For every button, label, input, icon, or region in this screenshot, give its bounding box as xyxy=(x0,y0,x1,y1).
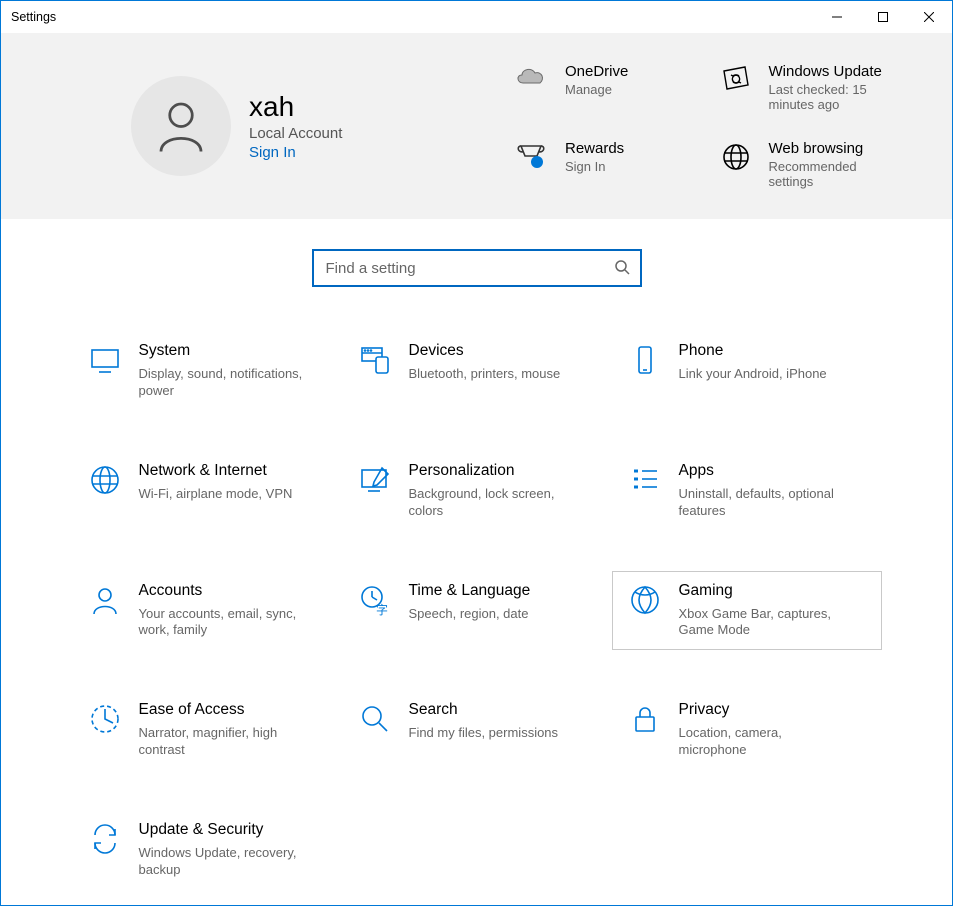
accounts-icon xyxy=(89,584,121,616)
category-sub: Uninstall, defaults, optional features xyxy=(679,486,849,520)
quick-link-title: OneDrive xyxy=(565,63,628,80)
category-title: Apps xyxy=(679,462,849,480)
category-title: Accounts xyxy=(139,582,309,600)
quick-link-sub: Last checked: 15 minutes ago xyxy=(769,82,893,112)
category-title: Personalization xyxy=(409,462,579,480)
minimize-button[interactable] xyxy=(814,1,860,33)
profile-signin-link[interactable]: Sign In xyxy=(249,144,342,161)
quick-link-windows-update[interactable]: Windows Update Last checked: 15 minutes … xyxy=(717,63,893,112)
quick-link-sub: Sign In xyxy=(565,159,624,174)
quick-link-web-browsing[interactable]: Web browsing Recommended settings xyxy=(717,140,893,189)
category-search[interactable]: Search Find my files, permissions xyxy=(342,690,612,770)
system-icon xyxy=(89,344,121,376)
window-title: Settings xyxy=(11,10,56,24)
category-system[interactable]: System Display, sound, notifications, pow… xyxy=(72,331,342,411)
search-input[interactable] xyxy=(324,259,614,278)
globe-icon xyxy=(89,464,121,496)
devices-icon xyxy=(359,344,391,376)
avatar xyxy=(131,76,231,176)
time-language-icon: 字 xyxy=(359,584,391,616)
sync-icon xyxy=(89,823,121,855)
apps-icon xyxy=(629,464,661,496)
quick-link-title: Web browsing xyxy=(769,140,893,157)
category-title: Time & Language xyxy=(409,582,531,600)
profile-name: xah xyxy=(249,91,342,123)
maximize-button[interactable] xyxy=(860,1,906,33)
person-icon xyxy=(156,99,206,154)
category-sub: Xbox Game Bar, captures, Game Mode xyxy=(679,606,849,640)
category-phone[interactable]: Phone Link your Android, iPhone xyxy=(612,331,882,411)
category-sub: Location, camera, microphone xyxy=(679,725,849,759)
category-sub: Background, lock screen, colors xyxy=(409,486,579,520)
category-network[interactable]: Network & Internet Wi-Fi, airplane mode, … xyxy=(72,451,342,531)
search-icon xyxy=(359,703,391,735)
quick-link-onedrive[interactable]: OneDrive Manage xyxy=(511,63,687,112)
svg-text:字: 字 xyxy=(376,602,388,616)
settings-header: xah Local Account Sign In OneDrive Manag… xyxy=(1,33,952,219)
category-sub: Your accounts, email, sync, work, family xyxy=(139,606,309,640)
globe-icon xyxy=(721,142,751,172)
quick-link-sub: Manage xyxy=(565,82,628,97)
quick-link-title: Windows Update xyxy=(769,63,893,80)
category-sub: Wi-Fi, airplane mode, VPN xyxy=(139,486,293,503)
category-gaming[interactable]: Gaming Xbox Game Bar, captures, Game Mode xyxy=(612,571,882,651)
categories-grid: System Display, sound, notifications, pow… xyxy=(1,331,952,890)
category-sub: Find my files, permissions xyxy=(409,725,559,742)
category-title: Devices xyxy=(409,342,561,360)
category-title: Ease of Access xyxy=(139,701,309,719)
cloud-icon xyxy=(514,65,548,87)
category-sub: Narrator, magnifier, high contrast xyxy=(139,725,309,759)
quick-link-title: Rewards xyxy=(565,140,624,157)
lock-icon xyxy=(629,703,661,735)
category-title: System xyxy=(139,342,309,360)
phone-icon xyxy=(629,344,661,376)
category-sub: Windows Update, recovery, backup xyxy=(139,845,309,879)
update-icon xyxy=(721,65,751,91)
category-title: Privacy xyxy=(679,701,849,719)
category-accounts[interactable]: Accounts Your accounts, email, sync, work… xyxy=(72,571,342,651)
quick-link-rewards[interactable]: Rewards Sign In xyxy=(511,140,687,189)
category-title: Update & Security xyxy=(139,821,309,839)
quick-links: OneDrive Manage Windows Update Last chec… xyxy=(511,63,892,189)
category-title: Search xyxy=(409,701,559,719)
category-apps[interactable]: Apps Uninstall, defaults, optional featur… xyxy=(612,451,882,531)
category-title: Network & Internet xyxy=(139,462,293,480)
profile-block: xah Local Account Sign In xyxy=(131,63,481,189)
rewards-icon xyxy=(515,142,547,170)
category-ease-of-access[interactable]: Ease of Access Narrator, magnifier, high … xyxy=(72,690,342,770)
category-privacy[interactable]: Privacy Location, camera, microphone xyxy=(612,690,882,770)
search-icon xyxy=(614,259,630,278)
category-sub: Speech, region, date xyxy=(409,606,531,623)
search-wrap xyxy=(1,249,952,287)
category-sub: Display, sound, notifications, power xyxy=(139,366,309,400)
category-time-language[interactable]: 字 Time & Language Speech, region, date xyxy=(342,571,612,651)
category-sub: Bluetooth, printers, mouse xyxy=(409,366,561,383)
close-button[interactable] xyxy=(906,1,952,33)
gaming-icon xyxy=(629,584,661,616)
title-bar: Settings xyxy=(1,1,952,33)
category-personalization[interactable]: Personalization Background, lock screen, … xyxy=(342,451,612,531)
profile-account-type: Local Account xyxy=(249,125,342,142)
category-devices[interactable]: Devices Bluetooth, printers, mouse xyxy=(342,331,612,411)
category-title: Phone xyxy=(679,342,827,360)
category-sub: Link your Android, iPhone xyxy=(679,366,827,383)
quick-link-sub: Recommended settings xyxy=(769,159,893,189)
category-update-security[interactable]: Update & Security Windows Update, recover… xyxy=(72,810,342,890)
search-box[interactable] xyxy=(312,249,642,287)
personalization-icon xyxy=(359,464,391,496)
ease-of-access-icon xyxy=(89,703,121,735)
category-title: Gaming xyxy=(679,582,849,600)
